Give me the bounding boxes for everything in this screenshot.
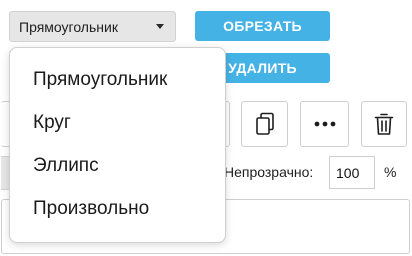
opacity-value: 100 — [336, 164, 360, 181]
menu-item-ellipse[interactable]: Эллипс — [10, 144, 225, 187]
copy-button[interactable] — [241, 101, 288, 147]
shape-select[interactable]: Прямоугольник — [9, 11, 176, 42]
menu-item-freeform[interactable]: Произвольно — [10, 187, 225, 230]
more-icon — [314, 121, 335, 127]
shape-dropdown-menu: Прямоугольник Круг Эллипс Произвольно — [9, 47, 226, 243]
opacity-unit: % — [384, 164, 397, 180]
shape-select-value: Прямоугольник — [19, 18, 118, 35]
delete-button-label: УДАЛИТЬ — [228, 60, 297, 76]
menu-item-rectangle[interactable]: Прямоугольник — [10, 58, 225, 101]
opacity-input[interactable]: 100 — [329, 156, 375, 189]
crop-button-label: ОБРЕЗАТЬ — [223, 18, 302, 34]
trash-button[interactable] — [361, 101, 407, 147]
trash-icon — [374, 113, 394, 135]
chevron-down-icon — [156, 24, 164, 29]
copy-icon — [255, 112, 274, 135]
more-button[interactable] — [300, 101, 349, 147]
crop-button[interactable]: ОБРЕЗАТЬ — [195, 11, 330, 41]
menu-item-circle[interactable]: Круг — [10, 101, 225, 144]
opacity-label: Непрозрачно: — [224, 164, 314, 180]
